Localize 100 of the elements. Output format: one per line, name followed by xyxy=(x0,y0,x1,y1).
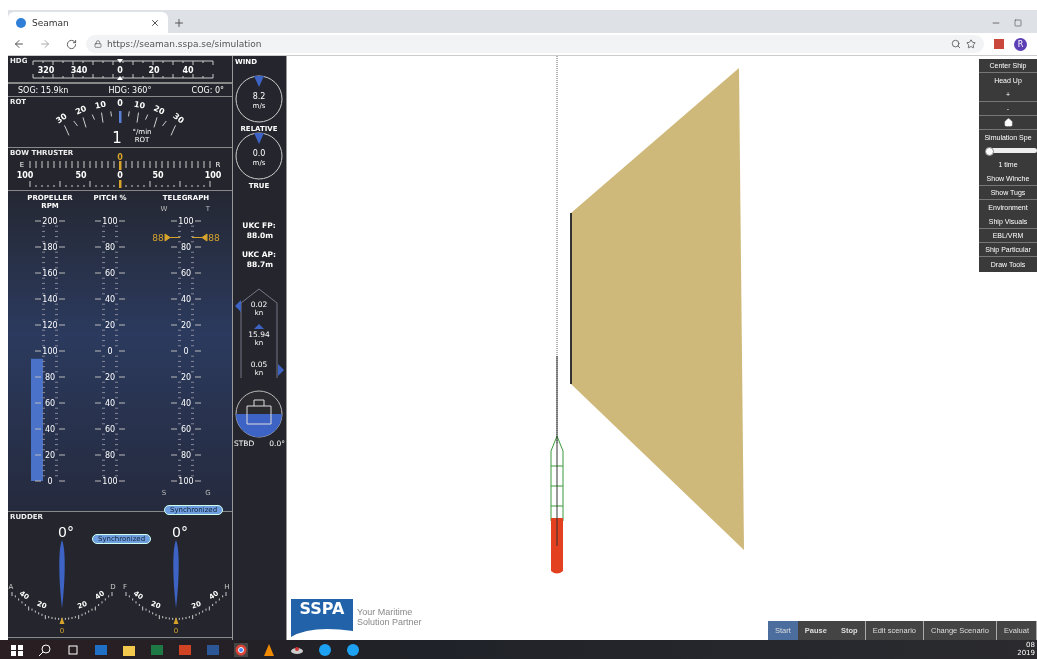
scale-label: 10 xyxy=(94,99,107,111)
scale-label: 100 xyxy=(42,347,58,356)
scale-label: 20 xyxy=(104,321,116,330)
scale-label: 340 xyxy=(70,66,88,75)
speed-slider[interactable] xyxy=(986,148,1037,154)
favicon-icon xyxy=(16,17,26,28)
home-icon xyxy=(1003,118,1013,128)
scale-label: 100 xyxy=(16,171,34,180)
star-icon[interactable] xyxy=(966,39,976,49)
telegraph-arrow-icon xyxy=(191,233,208,242)
wind-speed: 0.0 xyxy=(252,149,266,158)
drift-arrow-icon xyxy=(235,300,241,312)
scale-label: 0 xyxy=(117,99,123,108)
scale-label: 80 xyxy=(104,451,116,460)
lock-icon xyxy=(94,40,102,48)
search-icon[interactable] xyxy=(38,642,52,657)
scale-label: 80 xyxy=(44,373,56,382)
scale-label: 80 xyxy=(180,243,192,252)
reload-icon[interactable] xyxy=(65,38,77,50)
scale-label: 40 xyxy=(104,295,116,304)
browser-icon[interactable] xyxy=(234,642,248,657)
rot-value: 1 xyxy=(112,129,122,147)
scale-label: 200 xyxy=(42,217,58,226)
slides-app-icon[interactable] xyxy=(178,642,192,657)
cone-icon[interactable] xyxy=(262,642,276,657)
scale-label: 30 xyxy=(171,111,186,126)
telegraph-marker: 88 xyxy=(208,233,220,243)
scale-label: 60 xyxy=(104,425,116,434)
scale-label: 180 xyxy=(42,243,58,252)
nav-readout: SOG: 15.9kn xyxy=(18,85,69,95)
close-icon[interactable] xyxy=(150,17,160,28)
scale-label: 100 xyxy=(204,171,222,180)
scale-label: 20 xyxy=(104,373,116,382)
logo-tagline: Your Maritime Solution Partner xyxy=(357,608,423,628)
wind-dial xyxy=(235,75,283,123)
scale-label: 80 xyxy=(180,451,192,460)
spreadsheet-app-icon[interactable] xyxy=(150,642,164,657)
scale-label: 40 xyxy=(180,295,192,304)
scale-label: 40 xyxy=(104,399,116,408)
windows-icon[interactable] xyxy=(10,642,24,657)
rudder-pointer-icon xyxy=(59,617,65,624)
slider-thumb[interactable] xyxy=(984,147,994,156)
mail-app-icon[interactable] xyxy=(94,642,108,657)
scale-label: 50 xyxy=(152,171,164,180)
scale-label: 60 xyxy=(180,269,192,278)
scale-label: 10 xyxy=(133,99,146,111)
scale-label: 100 xyxy=(178,477,194,486)
thruster-pointer: 0 xyxy=(117,153,123,162)
scale-label: 100 xyxy=(178,217,194,226)
scale-label: 320 xyxy=(37,66,55,75)
scale-label: 0 xyxy=(117,66,123,75)
scale-label: 160 xyxy=(42,269,58,278)
url-text: https://seaman.sspa.se/simulation xyxy=(107,39,262,49)
rot-needle xyxy=(119,111,122,123)
task-view-icon[interactable] xyxy=(66,642,80,657)
rudder-angle: 0° xyxy=(58,524,74,540)
scale-label: 40 xyxy=(44,425,56,434)
tab-title: Seaman xyxy=(32,17,69,28)
scale-label: 20 xyxy=(74,103,88,117)
scale-label: 100 xyxy=(102,217,118,226)
scale-label: 0 xyxy=(183,347,189,356)
chat-app-icon[interactable] xyxy=(346,642,360,657)
scale-label: 0 xyxy=(107,347,113,356)
scale-label: 20 xyxy=(44,451,56,460)
ahead-arrow-icon xyxy=(254,324,264,329)
scale-label: 20 xyxy=(180,373,192,382)
scale-label: 60 xyxy=(180,425,192,434)
scale-label: 140 xyxy=(42,295,58,304)
rudder-angle: 0° xyxy=(172,524,188,540)
scale-label: 40 xyxy=(180,399,192,408)
scale-label: 60 xyxy=(104,269,116,278)
wind-dial xyxy=(235,132,283,180)
scale-label: 20 xyxy=(152,103,166,117)
new-tab-icon[interactable] xyxy=(173,16,185,29)
telegraph-arrow-icon xyxy=(164,233,181,242)
nav-readout: HDG: 360° xyxy=(108,85,152,95)
back-icon[interactable] xyxy=(13,38,25,50)
scale-label: 40 xyxy=(182,66,194,75)
scale-label: 60 xyxy=(44,399,56,408)
thruster-needle xyxy=(119,161,122,170)
scale-label: 20 xyxy=(148,66,160,75)
scale-label: 100 xyxy=(102,477,118,486)
scale-label: 50 xyxy=(75,171,87,180)
scale-label: 0 xyxy=(47,477,53,486)
profile-avatar[interactable]: R xyxy=(1014,37,1027,51)
wind-speed: 8.2 xyxy=(252,92,266,101)
wind-direction-icon xyxy=(254,76,264,87)
drift-arrow-icon xyxy=(278,364,284,376)
scale-label: 20 xyxy=(180,321,192,330)
scale-label: 120 xyxy=(42,321,58,330)
browser-tab[interactable]: Seaman xyxy=(8,12,168,33)
telegraph-marker: 88 xyxy=(152,233,164,243)
nav-readout: COG: 0° xyxy=(191,85,224,95)
scale-label: 0 xyxy=(117,171,123,180)
home-button[interactable] xyxy=(979,116,1037,131)
thruster-needle xyxy=(119,180,122,188)
rudder-pointer-icon xyxy=(173,617,179,624)
chat-app-icon[interactable] xyxy=(318,642,332,657)
heading-marker xyxy=(117,59,123,80)
address-bar[interactable]: https://seaman.sspa.se/simulation xyxy=(86,35,984,53)
